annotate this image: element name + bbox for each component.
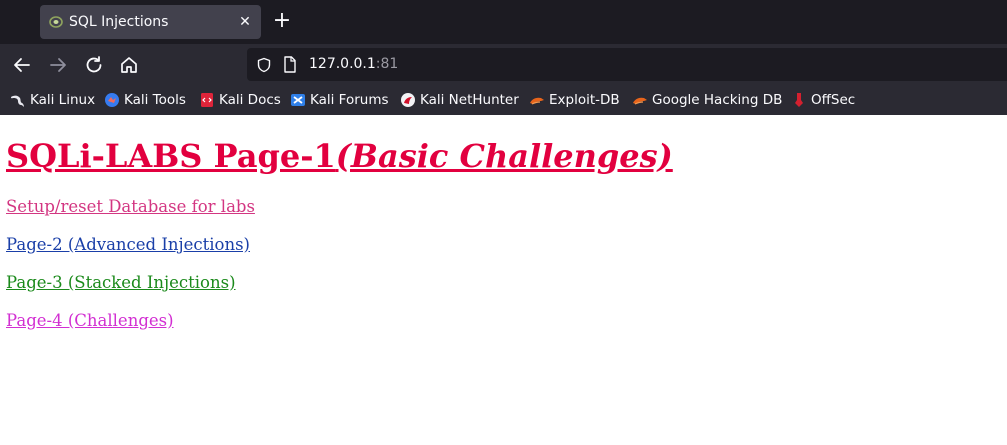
- tab-strip: SQL Injections ✕ +: [0, 0, 1007, 44]
- bookmarks-toolbar: Kali Linux Kali Tools Kali Docs Kali For…: [0, 85, 1007, 115]
- bookmark-exploit-db[interactable]: Exploit-DB: [529, 91, 620, 109]
- kali-forums-icon: [291, 94, 305, 106]
- ghdb-icon: [633, 97, 647, 105]
- bookmark-label: OffSec: [811, 92, 856, 108]
- back-arrow-icon[interactable]: [10, 53, 34, 77]
- page-info-icon[interactable]: [283, 56, 297, 73]
- bookmark-offsec[interactable]: OffSec: [791, 91, 855, 109]
- kali-docs-icon: [201, 93, 213, 107]
- offsec-icon: [795, 93, 803, 107]
- nethunter-icon: [401, 93, 415, 107]
- bookmark-kali-docs[interactable]: Kali Docs: [199, 91, 281, 109]
- url-text[interactable]: 127.0.0.1:81: [309, 56, 398, 72]
- bookmark-google-hacking-db[interactable]: Google Hacking DB: [632, 91, 782, 109]
- address-bar[interactable]: 127.0.0.1:81: [247, 48, 1007, 81]
- url-port: :81: [375, 56, 399, 72]
- bookmark-kali-forums[interactable]: Kali Forums: [290, 91, 389, 109]
- close-tab-icon[interactable]: ✕: [237, 14, 253, 30]
- page-2-advanced-injections-link[interactable]: Page-2 (Advanced Injections): [6, 235, 250, 254]
- home-icon[interactable]: [117, 53, 141, 77]
- page-3-stacked-injections-link[interactable]: Page-3 (Stacked Injections): [6, 273, 236, 292]
- bookmark-kali-tools[interactable]: Kali Tools: [104, 91, 186, 109]
- bookmark-label: Google Hacking DB: [652, 92, 783, 108]
- setup-reset-database-link[interactable]: Setup/reset Database for labs: [6, 197, 255, 216]
- page-title-link[interactable]: SQLi-LABS Page-1(Basic Challenges): [6, 137, 673, 175]
- navigation-toolbar: 127.0.0.1:81: [0, 44, 1007, 85]
- kali-tools-icon: [105, 93, 119, 107]
- browser-tab[interactable]: SQL Injections ✕: [40, 5, 261, 39]
- page-4-challenges-link[interactable]: Page-4 (Challenges): [6, 311, 174, 330]
- tracking-protection-shield-icon[interactable]: [256, 57, 272, 73]
- kali-dragon-icon: [11, 95, 24, 107]
- bookmark-kali-nethunter[interactable]: Kali NetHunter: [400, 91, 519, 109]
- reload-icon[interactable]: [82, 53, 106, 77]
- bookmark-label: Kali Tools: [124, 92, 186, 108]
- url-host: 127.0.0.1: [309, 56, 376, 72]
- bookmark-label: Kali Linux: [30, 92, 96, 108]
- page-title-italic: (Basic Challenges): [335, 137, 673, 175]
- exploit-db-icon: [530, 97, 544, 105]
- new-tab-button[interactable]: +: [270, 10, 294, 34]
- page-content: SQLi-LABS Page-1(Basic Challenges) Setup…: [0, 115, 1007, 445]
- forward-arrow-icon[interactable]: [46, 53, 70, 77]
- bookmark-label: Kali Docs: [219, 92, 281, 108]
- favicon-icon: [49, 16, 63, 28]
- bookmark-kali-linux[interactable]: Kali Linux: [10, 91, 95, 109]
- page-title-main: SQLi-LABS Page-1: [6, 137, 336, 175]
- bookmark-label: Kali NetHunter: [420, 92, 519, 108]
- bookmark-label: Kali Forums: [310, 92, 389, 108]
- tab-title: SQL Injections: [69, 14, 169, 30]
- bookmark-label: Exploit-DB: [549, 92, 620, 108]
